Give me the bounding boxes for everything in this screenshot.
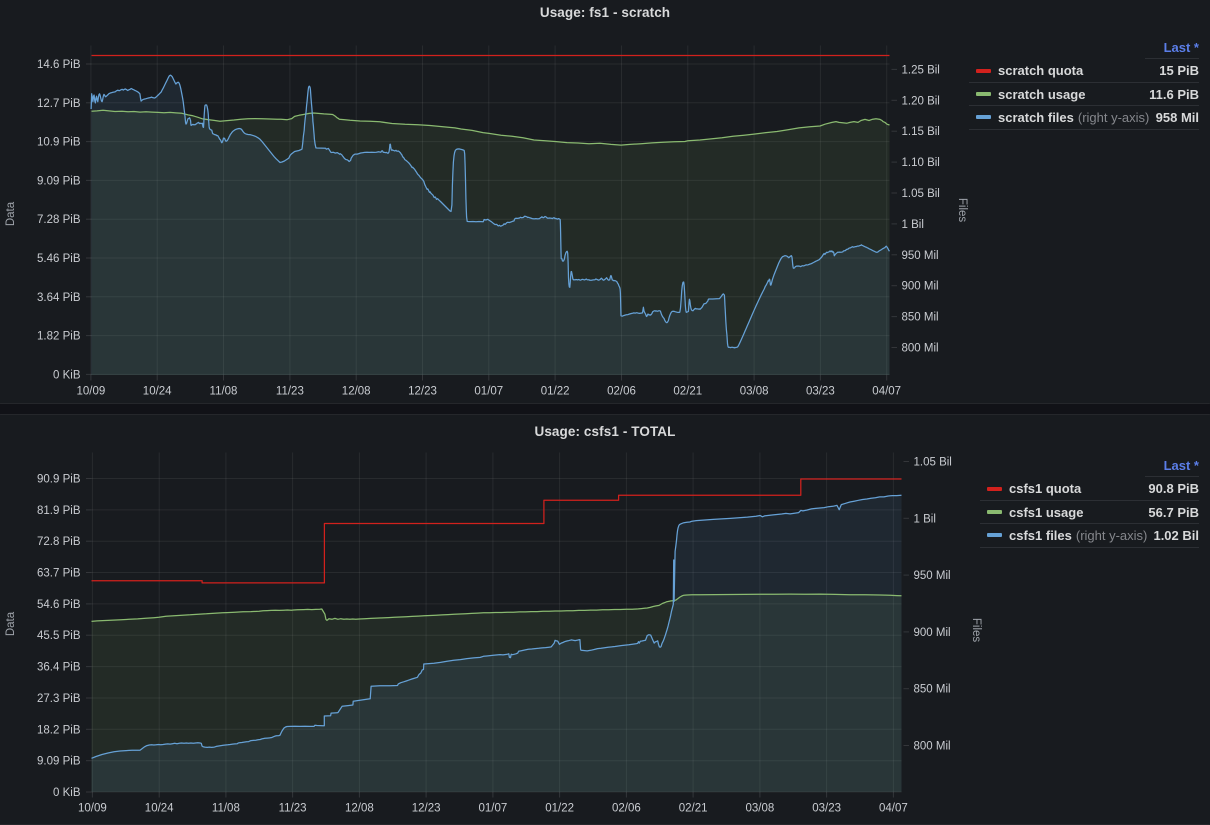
svg-text:1.25 Bil: 1.25 Bil [902,64,940,76]
svg-text:72.8 PiB: 72.8 PiB [37,536,81,548]
svg-text:800 Mil: 800 Mil [914,741,951,753]
svg-text:02/21: 02/21 [679,803,708,815]
svg-text:63.7 PiB: 63.7 PiB [37,568,81,580]
svg-text:10.9 PiB: 10.9 PiB [37,137,81,149]
svg-text:45.5 PiB: 45.5 PiB [37,630,81,642]
svg-text:1 Bil: 1 Bil [914,513,936,525]
svg-text:11/23: 11/23 [276,386,304,398]
svg-text:03/08: 03/08 [746,803,775,815]
svg-text:1.05 Bil: 1.05 Bil [914,457,952,469]
svg-text:Data: Data [5,201,17,226]
svg-text:Files: Files [956,198,968,223]
svg-text:Files: Files [970,618,982,643]
svg-text:10/24: 10/24 [145,803,174,815]
svg-text:18.2 PiB: 18.2 PiB [37,724,81,736]
svg-text:900 Mil: 900 Mil [914,627,951,639]
svg-text:9.09 PiB: 9.09 PiB [37,756,81,768]
svg-text:02/06: 02/06 [607,386,636,398]
svg-text:10/09: 10/09 [78,803,107,815]
svg-text:850 Mil: 850 Mil [914,684,951,696]
svg-text:90.9 PiB: 90.9 PiB [37,474,81,486]
svg-text:1.82 PiB: 1.82 PiB [37,331,81,343]
svg-text:14.6 PiB: 14.6 PiB [37,59,81,71]
svg-text:12.7 PiB: 12.7 PiB [37,98,81,110]
svg-text:0 KiB: 0 KiB [53,787,81,799]
svg-text:1.05 Bil: 1.05 Bil [902,188,940,200]
svg-text:12/08: 12/08 [345,803,374,815]
svg-text:1.10 Bil: 1.10 Bil [902,157,940,169]
svg-text:04/07: 04/07 [872,386,901,398]
svg-text:81.9 PiB: 81.9 PiB [37,505,81,517]
svg-text:950 Mil: 950 Mil [902,250,939,262]
svg-text:01/22: 01/22 [541,386,570,398]
svg-text:950 Mil: 950 Mil [914,570,951,582]
svg-text:9.09 PiB: 9.09 PiB [37,175,81,187]
svg-text:1.15 Bil: 1.15 Bil [902,126,940,138]
svg-text:0 KiB: 0 KiB [53,369,81,381]
svg-text:5.46 PiB: 5.46 PiB [37,253,81,265]
svg-text:11/08: 11/08 [212,803,240,815]
svg-text:10/24: 10/24 [143,386,172,398]
svg-text:04/07: 04/07 [879,803,908,815]
svg-text:3.64 PiB: 3.64 PiB [37,292,81,304]
svg-text:03/08: 03/08 [740,386,769,398]
svg-text:01/07: 01/07 [474,386,503,398]
svg-text:1.20 Bil: 1.20 Bil [902,95,940,107]
svg-text:02/06: 02/06 [612,803,641,815]
svg-text:12/23: 12/23 [408,386,437,398]
svg-text:54.6 PiB: 54.6 PiB [37,599,81,611]
svg-text:11/23: 11/23 [279,803,307,815]
svg-text:900 Mil: 900 Mil [902,281,939,293]
svg-text:27.3 PiB: 27.3 PiB [37,693,81,705]
svg-text:01/07: 01/07 [479,803,508,815]
svg-text:850 Mil: 850 Mil [902,312,939,324]
svg-text:1 Bil: 1 Bil [902,219,924,231]
svg-text:7.28 PiB: 7.28 PiB [37,214,81,226]
svg-text:11/08: 11/08 [210,386,238,398]
svg-text:03/23: 03/23 [806,386,835,398]
svg-text:36.4 PiB: 36.4 PiB [37,662,81,674]
svg-text:12/23: 12/23 [412,803,441,815]
svg-text:03/23: 03/23 [812,803,841,815]
svg-text:12/08: 12/08 [342,386,371,398]
svg-text:10/09: 10/09 [77,386,106,398]
svg-text:800 Mil: 800 Mil [902,343,939,355]
svg-text:01/22: 01/22 [545,803,574,815]
svg-text:02/21: 02/21 [673,386,702,398]
svg-text:Data: Data [5,611,17,636]
